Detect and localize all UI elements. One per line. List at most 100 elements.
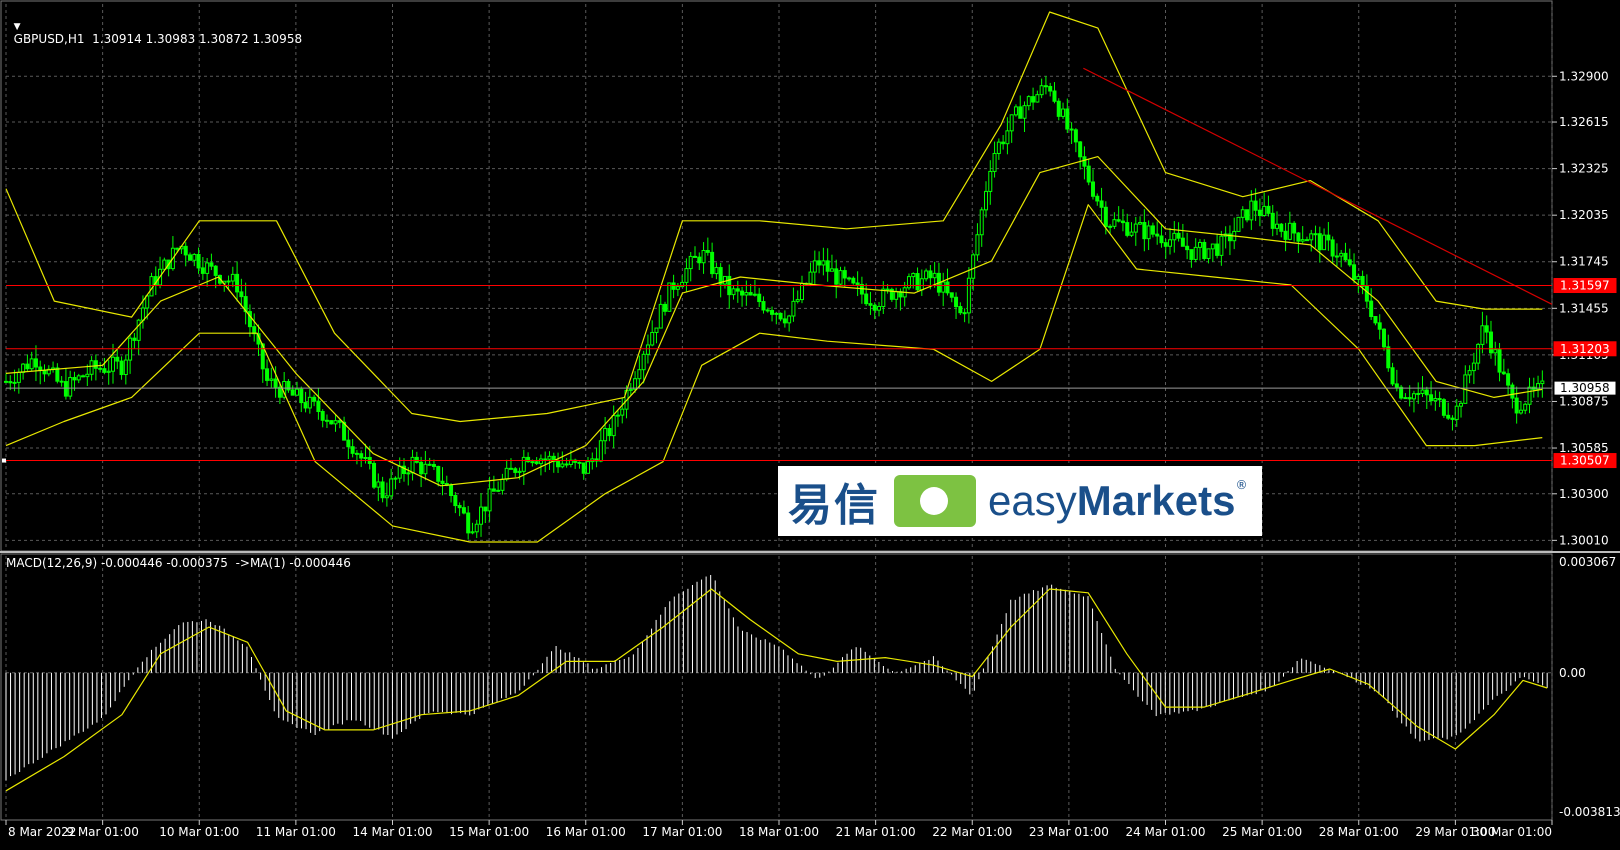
candle-body [979,209,984,236]
candle-body [333,420,338,425]
candle-body [1279,223,1284,232]
candle-body [1116,219,1121,222]
candle-body [140,307,145,321]
candle-body [1129,231,1134,236]
candle-body [1202,241,1207,259]
candle-body [530,461,535,464]
candle-body [449,484,454,496]
candle-body [791,300,796,317]
candle-body [1296,232,1301,242]
x-tick-label: 9 Mar 01:00 [66,825,139,839]
macd-y-tick-label: -0.003813 [1559,805,1620,819]
candle-body [1377,322,1382,330]
candle-body [851,277,856,284]
candle-body [1360,275,1365,287]
candle-body [42,369,47,375]
candle-body [145,295,150,309]
candle-body [1249,200,1254,221]
candle-body [213,265,218,276]
watermark-chinese: 易信 [788,480,880,531]
candle-body [906,276,911,289]
candle-body [894,291,899,300]
candle-body [500,478,505,491]
candle-body [1035,94,1040,103]
candle-body [1433,398,1438,402]
candle-body [324,419,329,422]
candle-body [1283,230,1288,240]
candle-body [226,280,231,283]
candle-body [72,377,77,381]
candle-body [1304,239,1309,242]
x-tick-label: 28 Mar 01:00 [1319,825,1399,839]
candle-body [1236,216,1241,232]
candle-body [949,292,954,298]
candle-body [33,358,38,368]
candle-body [192,253,197,261]
candle-body [714,267,719,275]
candle-body [744,292,749,296]
candle-body [752,293,757,296]
candle-body [1381,328,1386,348]
candle-body [1471,362,1476,372]
candle-body [641,353,646,371]
candle-body [1330,239,1335,257]
candle-body [543,458,548,461]
candle-body [337,420,342,423]
candle-body [688,255,693,270]
candle-body [1394,383,1399,388]
macd-y-tick-label: 0.003067 [1559,555,1616,569]
candle-body [615,414,620,417]
symbol-quote: GBPUSD,H1 1.30914 1.30983 1.30872 1.3095… [13,32,303,46]
level-anchor-marker [2,458,6,463]
candle-body [765,309,770,312]
candle-body [1039,85,1044,96]
candle-body [1356,275,1361,280]
candle-body [453,494,458,507]
candle-body [885,288,890,291]
candle-body [1300,239,1305,242]
candle-body [508,467,513,470]
candle-body [1061,108,1066,117]
candle-body [919,278,924,291]
candle-body [504,467,509,480]
candle-body [1086,165,1091,183]
candle-body [1364,285,1369,302]
candle-body [16,371,21,383]
dropdown-triangle-icon[interactable]: ▼ [14,22,21,32]
y-tick-label: 1.30010 [1559,533,1609,547]
candle-body [265,368,270,381]
candle-body [239,291,244,298]
x-tick-label: 21 Mar 01:00 [836,825,916,839]
candle-body [1163,242,1168,247]
candle-body [1437,398,1442,401]
candle-body [534,461,539,465]
candle-body [675,286,680,290]
candle-body [911,273,916,278]
candle-body [132,337,137,341]
x-tick-label: 15 Mar 01:00 [449,825,529,839]
candle-body [1454,405,1459,420]
candle-body [598,440,603,462]
candle-body [389,478,394,497]
y-tick-label: 1.32325 [1559,162,1609,176]
candle-body [924,270,929,280]
candle-body [110,356,115,372]
candle-body [1540,380,1545,385]
candle-body [85,373,90,378]
candle-body [470,531,475,534]
candle-body [25,363,30,370]
candle-body [607,428,612,437]
candle-body [1253,200,1258,211]
candle-body [269,378,274,381]
y-tick-label: 1.32615 [1559,115,1609,129]
candle-body [1476,343,1481,364]
candle-body [603,428,608,442]
candle-body [829,268,834,272]
candle-body [346,439,351,448]
candle-body [1150,225,1155,235]
candle-body [1168,239,1173,247]
candle-body [1095,195,1100,202]
level-price-label: 1.31597 [1560,279,1610,293]
candle-body [817,260,822,266]
candle-body [372,462,377,488]
